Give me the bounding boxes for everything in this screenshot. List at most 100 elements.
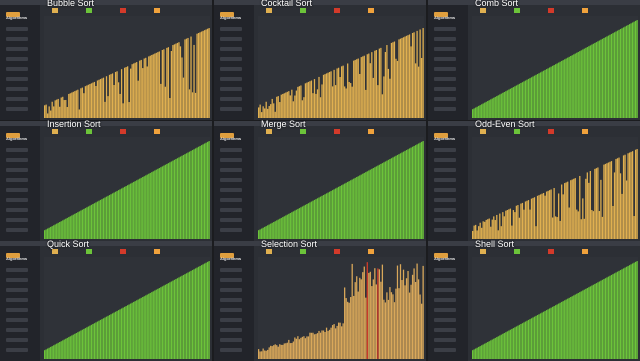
sidebar-item[interactable] [220,27,242,31]
bar [316,333,319,359]
sidebar-item[interactable] [434,228,456,232]
bar [205,262,207,359]
sidebar-item[interactable] [6,218,28,222]
sidebar-item[interactable] [220,218,242,222]
bar [491,339,493,359]
bar [194,268,197,359]
sidebar-item[interactable] [220,268,242,272]
sidebar-item[interactable] [6,168,28,172]
bar [585,288,587,359]
sidebar-item[interactable] [434,87,456,91]
sidebar-item[interactable] [6,67,28,71]
sidebar-item[interactable] [434,168,456,172]
sidebar-item[interactable] [6,208,28,212]
sidebar-item[interactable] [434,338,456,342]
sidebar-item[interactable] [220,97,242,101]
sidebar-item[interactable] [434,308,456,312]
sidebar-item[interactable] [434,77,456,81]
sidebar-item[interactable] [6,268,28,272]
sidebar-item[interactable] [220,328,242,332]
sidebar-item[interactable] [220,288,242,292]
sidebar-item[interactable] [434,188,456,192]
sidebar-item[interactable] [434,318,456,322]
sidebar-item[interactable] [434,107,456,111]
sidebar-item[interactable] [220,228,242,232]
bar [371,168,373,239]
sidebar-item[interactable] [434,288,456,292]
sidebar-item[interactable] [220,198,242,202]
sidebar-item[interactable] [6,298,28,302]
sidebar-item[interactable] [220,67,242,71]
sidebar-item[interactable] [6,158,28,162]
sidebar-item[interactable] [6,198,28,202]
sidebar-item[interactable] [434,97,456,101]
bar [365,297,367,359]
sidebar-item[interactable] [220,298,242,302]
sidebar-item[interactable] [220,87,242,91]
sidebar-item[interactable] [434,298,456,302]
sidebar-item[interactable] [434,268,456,272]
sidebar-item[interactable] [220,107,242,111]
sidebar-item[interactable] [434,178,456,182]
sidebar-item[interactable] [434,278,456,282]
bar [258,107,260,118]
sidebar-item[interactable] [220,37,242,41]
sidebar-item[interactable] [220,57,242,61]
sidebar-item[interactable] [434,218,456,222]
sidebar-item[interactable] [6,107,28,111]
sidebar-item[interactable] [434,208,456,212]
sidebar-item[interactable] [6,308,28,312]
sidebar-item[interactable] [6,228,28,232]
sidebar-item[interactable] [434,67,456,71]
sidebar-item[interactable] [6,87,28,91]
sidebar-item[interactable] [434,158,456,162]
bar [390,292,393,359]
sidebar-item[interactable] [6,97,28,101]
sidebar-item[interactable] [434,27,456,31]
sidebar-item[interactable] [434,348,456,352]
unsorted-swatch [480,129,486,134]
sidebar-item[interactable] [220,308,242,312]
sidebar-item[interactable] [220,208,242,212]
sidebar-item[interactable] [220,338,242,342]
sidebar-item[interactable] [6,57,28,61]
sidebar-item[interactable] [220,77,242,81]
bar [57,342,59,359]
sidebar-item[interactable] [220,158,242,162]
sidebar-item[interactable] [6,288,28,292]
bar [303,97,305,118]
sidebar-item[interactable] [6,318,28,322]
sidebar-item[interactable] [6,348,28,352]
bar [102,318,105,359]
sidebar-item[interactable] [6,47,28,51]
bar [72,214,74,239]
sidebar-item[interactable] [220,168,242,172]
sidebar-item[interactable] [220,148,242,152]
sidebar-item[interactable] [220,278,242,282]
sidebar-item[interactable] [6,338,28,342]
sidebar-item[interactable] [6,188,28,192]
sidebar-item[interactable] [434,37,456,41]
sidebar-item[interactable] [220,318,242,322]
sidebar-item[interactable] [434,328,456,332]
bar [401,152,403,239]
sidebar-item[interactable] [6,178,28,182]
bar [353,295,355,359]
sidebar-item[interactable] [220,47,242,51]
bar [344,287,346,359]
sidebar-item[interactable] [6,278,28,282]
sidebar-item[interactable] [6,148,28,152]
sidebar-item[interactable] [6,328,28,332]
sidebar-item[interactable] [220,348,242,352]
sidebar-item[interactable] [434,198,456,202]
sidebar-item[interactable] [6,27,28,31]
sidebar-item[interactable] [220,188,242,192]
sidebar-item[interactable] [220,178,242,182]
sidebar-item[interactable] [434,148,456,152]
bar [57,98,59,118]
sidebar-item[interactable] [434,57,456,61]
sidebar-item[interactable] [6,77,28,81]
bar [586,288,588,359]
sidebar-item[interactable] [6,37,28,41]
sidebar-item[interactable] [434,47,456,51]
